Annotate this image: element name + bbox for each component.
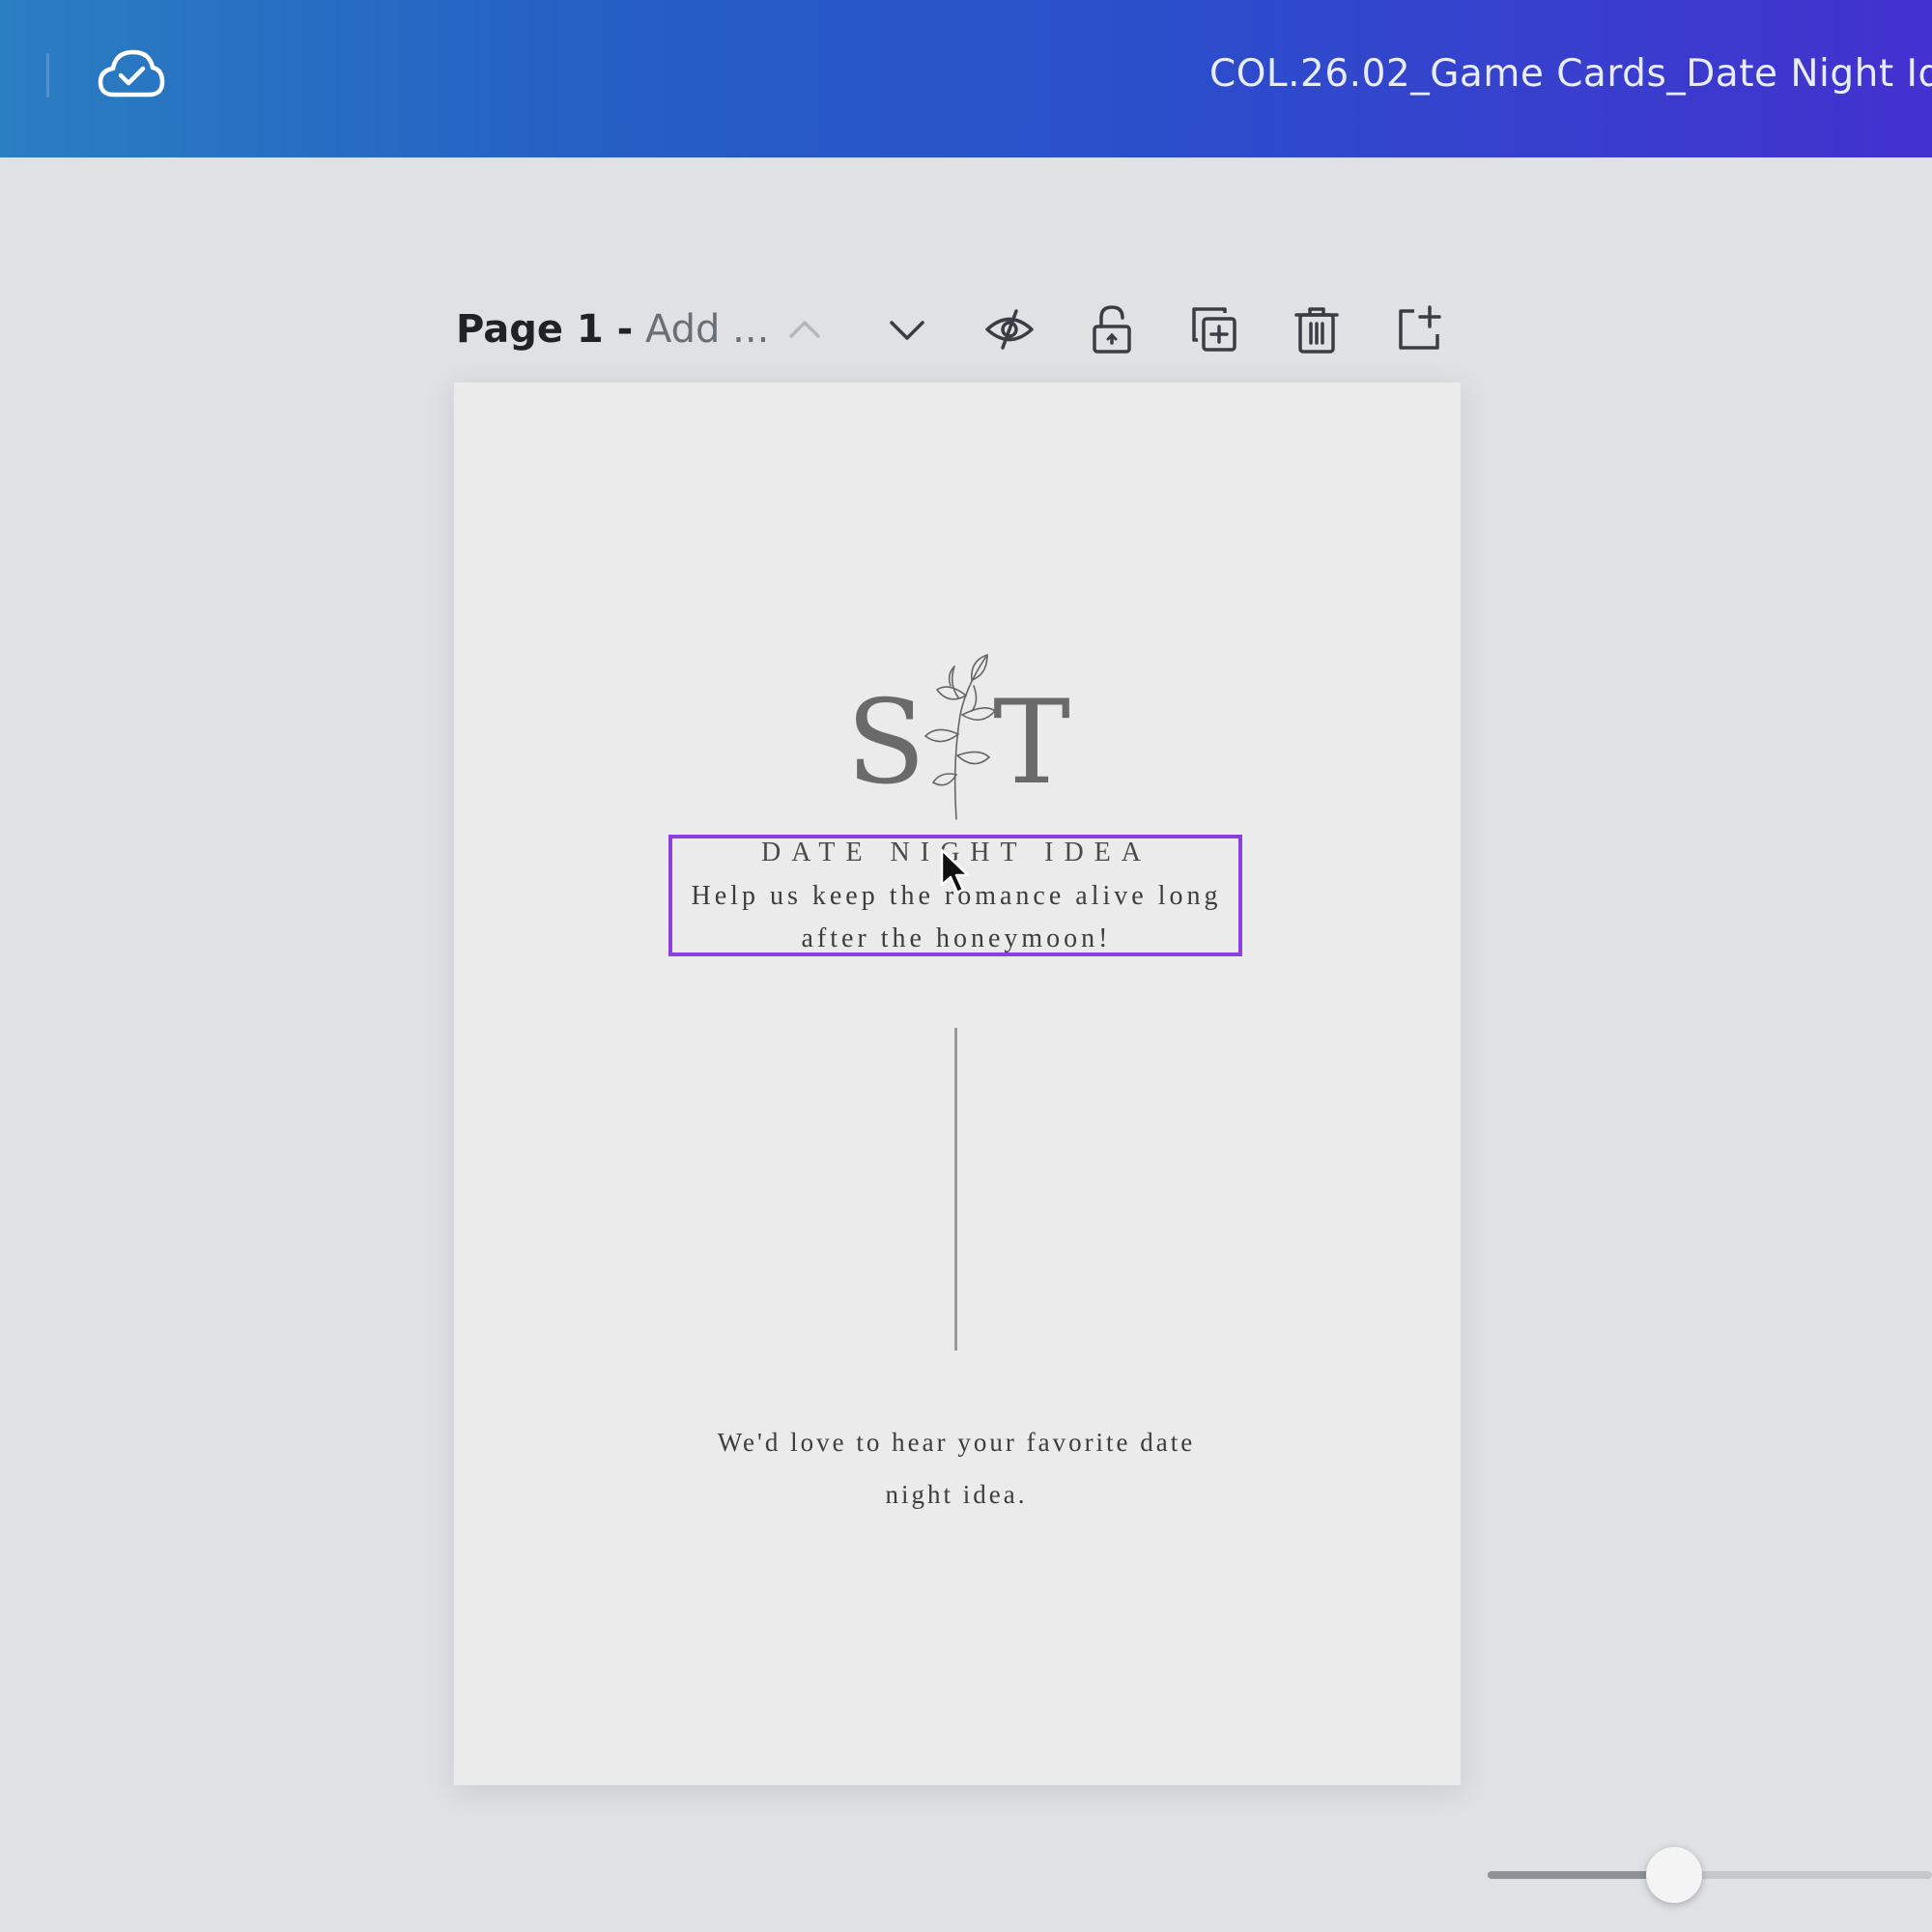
cloud-check-icon[interactable] xyxy=(97,46,166,102)
monogram[interactable]: S T xyxy=(831,647,1082,831)
chevron-up-icon xyxy=(789,321,820,338)
move-page-up-button[interactable] xyxy=(770,295,839,364)
design-page[interactable] xyxy=(454,383,1461,1785)
document-title[interactable]: COL.26.02_Game Cards_Date Night Id xyxy=(1209,52,1932,110)
page-title-placeholder[interactable]: Add ... xyxy=(645,307,769,352)
page-title[interactable]: Page 1 - Add ... xyxy=(456,302,769,356)
leaf-sprig-icon xyxy=(923,653,997,820)
vertical-divider-line[interactable] xyxy=(954,1028,957,1350)
add-page-button[interactable] xyxy=(1384,295,1454,364)
lock-page-button[interactable] xyxy=(1077,295,1147,364)
editor-header: COL.26.02_Game Cards_Date Night Id xyxy=(0,0,1932,157)
unlock-icon xyxy=(1093,305,1131,354)
zoom-slider-thumb[interactable] xyxy=(1646,1847,1703,1903)
page-number-label: Page 1 - xyxy=(456,307,634,352)
duplicate-page-button[interactable] xyxy=(1179,295,1249,364)
move-page-down-button[interactable] xyxy=(872,295,942,364)
add-page-icon xyxy=(1399,305,1441,350)
header-divider xyxy=(46,53,49,98)
mouse-pointer-icon xyxy=(940,848,970,895)
prompt-line-1: We'd love to hear your favorite date xyxy=(717,1428,1196,1457)
trash-icon xyxy=(1294,307,1339,354)
prompt-line-2: night idea. xyxy=(885,1480,1028,1509)
duplicate-icon xyxy=(1192,307,1236,352)
chevron-down-icon xyxy=(890,321,924,340)
hide-page-button[interactable] xyxy=(975,295,1044,364)
delete-page-button[interactable] xyxy=(1282,295,1351,364)
prompt-text[interactable]: We'd love to hear your favorite date nig… xyxy=(676,1416,1236,1520)
eye-slash-icon xyxy=(985,309,1034,350)
